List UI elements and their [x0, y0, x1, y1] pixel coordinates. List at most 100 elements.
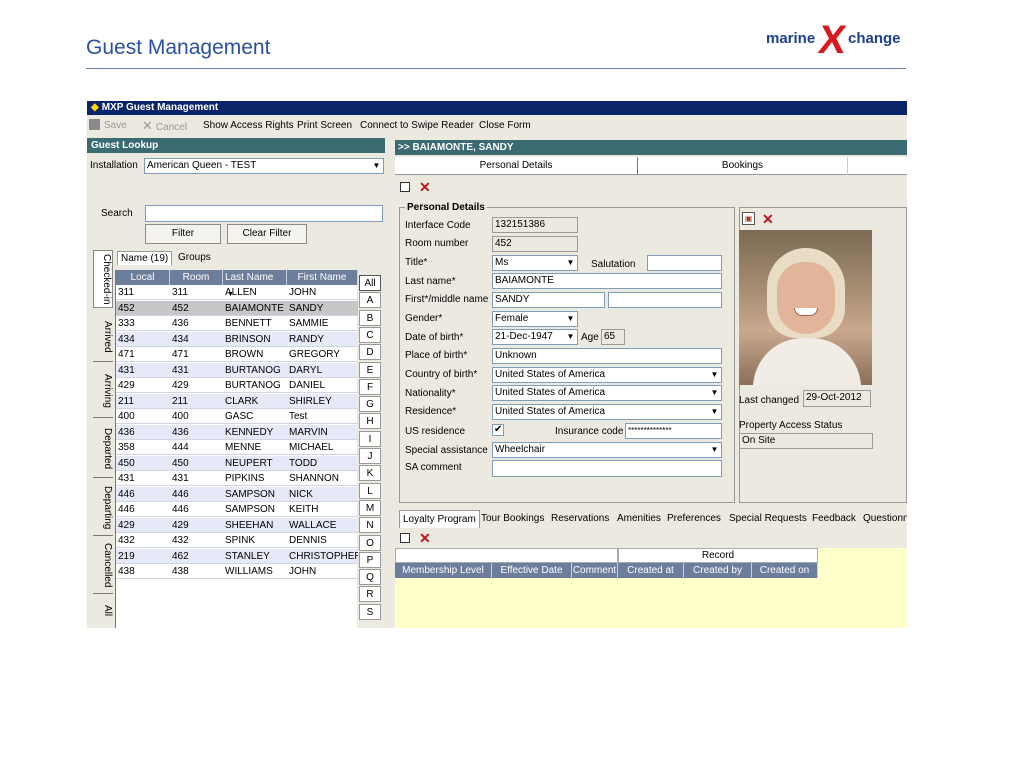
vtab-checked-in[interactable]: Checked-in: [93, 250, 113, 308]
alphabet-button-i[interactable]: I: [359, 430, 381, 447]
nationality-select[interactable]: United States of America ▼: [492, 385, 722, 401]
new-record-icon[interactable]: [400, 182, 410, 192]
alphabet-button-all[interactable]: All: [359, 275, 381, 291]
col-local[interactable]: Local: [116, 270, 170, 285]
alphabet-button-g[interactable]: G: [359, 396, 381, 413]
tab-personal-details[interactable]: Personal Details: [395, 157, 638, 175]
col-last-name[interactable]: Last Name▼: [223, 270, 287, 300]
installation-select[interactable]: American Queen - TEST ▼: [144, 158, 384, 174]
tab-tour-bookings[interactable]: Tour Bookings: [481, 510, 544, 528]
col-effective-date[interactable]: Effective Date: [492, 563, 572, 578]
search-input[interactable]: [145, 205, 383, 222]
tab-loyalty-program[interactable]: Loyalty Program: [399, 510, 480, 528]
tab-preferences[interactable]: Preferences: [667, 510, 721, 528]
alphabet-button-h[interactable]: H: [359, 413, 381, 430]
col-room[interactable]: Room: [170, 270, 223, 285]
col-first-name[interactable]: First Name: [287, 270, 358, 285]
connect-swipe-reader-button[interactable]: Connect to Swipe Reader: [360, 117, 474, 135]
special-assistance-select[interactable]: Wheelchair ▼: [492, 442, 722, 458]
chevron-down-icon[interactable]: ▼: [564, 330, 577, 344]
table-row[interactable]: 432 432 SPINK DENNIS: [116, 533, 358, 548]
table-row[interactable]: 446 446 SAMPSON KEITH: [116, 502, 358, 517]
alphabet-button-r[interactable]: R: [359, 586, 381, 603]
tab-feedback[interactable]: Feedback: [812, 510, 856, 528]
table-row[interactable]: 431 431 PIPKINS SHANNON: [116, 471, 358, 486]
close-form-button[interactable]: Close Form: [479, 117, 531, 135]
col-created-on[interactable]: Created on: [752, 563, 818, 578]
chevron-down-icon[interactable]: ▼: [564, 256, 577, 270]
alphabet-button-s[interactable]: S: [359, 603, 381, 620]
tab-questionnaire[interactable]: Questionn: [863, 510, 907, 528]
vtab-cancelled[interactable]: Cancelled: [93, 538, 113, 594]
chevron-down-icon[interactable]: ▼: [708, 368, 721, 382]
vtab-arriving[interactable]: Arriving: [93, 364, 113, 418]
alphabet-button-l[interactable]: L: [359, 482, 381, 499]
alphabet-button-p[interactable]: P: [359, 551, 381, 568]
table-row[interactable]: 429 429 BURTANOG DANIEL: [116, 378, 358, 393]
residence-select[interactable]: United States of America ▼: [492, 404, 722, 420]
last-name-field[interactable]: BAIAMONTE: [492, 273, 722, 289]
show-access-rights-button[interactable]: Show Access Rights: [203, 117, 294, 135]
tab-bookings[interactable]: Bookings: [638, 157, 848, 175]
table-row[interactable]: 333 436 BENNETT SAMMIE: [116, 316, 358, 331]
clear-filter-button[interactable]: Clear Filter: [227, 224, 307, 244]
save-button[interactable]: Save: [89, 117, 127, 135]
table-row[interactable]: 471 471 BROWN GREGORY: [116, 347, 358, 362]
col-created-at[interactable]: Created at: [618, 563, 684, 578]
sa-comment-field[interactable]: [492, 460, 722, 477]
middle-name-field[interactable]: [608, 292, 722, 308]
print-screen-button[interactable]: Print Screen: [297, 117, 352, 135]
tab-name[interactable]: Name (19): [117, 251, 173, 265]
tab-special-requests[interactable]: Special Requests: [729, 510, 807, 528]
col-membership-level[interactable]: Membership Level: [395, 563, 492, 578]
insurance-code-field[interactable]: **************: [625, 423, 722, 439]
table-row[interactable]: 452 452 BAIAMONTE SANDY: [116, 300, 358, 316]
tab-reservations[interactable]: Reservations: [551, 510, 609, 528]
chevron-down-icon[interactable]: ▼: [564, 312, 577, 326]
alphabet-button-e[interactable]: E: [359, 361, 381, 378]
chevron-down-icon[interactable]: ▼: [708, 405, 721, 419]
cancel-button[interactable]: ✕ Cancel: [142, 117, 187, 137]
delete-loyalty-record-icon[interactable]: ✕: [419, 531, 431, 545]
gender-select[interactable]: Female ▼: [492, 311, 578, 327]
tab-groups[interactable]: Groups: [175, 251, 214, 265]
salutation-field[interactable]: [647, 255, 722, 271]
table-row[interactable]: 429 429 SHEEHAN WALLACE: [116, 517, 358, 533]
cob-select[interactable]: United States of America ▼: [492, 367, 722, 383]
alphabet-button-n[interactable]: N: [359, 517, 381, 534]
alphabet-button-q[interactable]: Q: [359, 569, 381, 586]
alphabet-button-o[interactable]: O: [359, 534, 381, 551]
table-row[interactable]: 211 211 CLARK SHIRLEY: [116, 393, 358, 409]
table-row[interactable]: 400 400 GASC Test: [116, 409, 358, 424]
vtab-departing[interactable]: Departing: [93, 480, 113, 536]
table-row[interactable]: 438 438 WILLIAMS JOHN: [116, 564, 358, 579]
tab-amenities[interactable]: Amenities: [617, 510, 661, 528]
table-row[interactable]: 311 311 ALLEN JOHN: [116, 285, 358, 300]
alphabet-button-m[interactable]: M: [359, 499, 381, 516]
alphabet-button-c[interactable]: C: [359, 326, 381, 343]
chevron-down-icon[interactable]: ▼: [708, 386, 721, 400]
alphabet-button-a[interactable]: A: [359, 292, 381, 309]
table-row[interactable]: 434 434 BRINSON RANDY: [116, 331, 358, 347]
alphabet-button-j[interactable]: J: [359, 448, 381, 464]
table-row[interactable]: 358 444 MENNE MICHAEL: [116, 440, 358, 455]
table-row[interactable]: 450 450 NEUPERT TODD: [116, 455, 358, 471]
delete-photo-icon[interactable]: ✕: [762, 212, 774, 226]
chevron-down-icon[interactable]: ▼: [370, 159, 383, 173]
table-row[interactable]: 219 462 STANLEY CHRISTOPHER: [116, 548, 358, 564]
pob-field[interactable]: Unknown: [492, 348, 722, 364]
col-created-by[interactable]: Created by: [684, 563, 752, 578]
filter-button[interactable]: Filter: [145, 224, 221, 244]
table-row[interactable]: 436 436 KENNEDY MARVIN: [116, 424, 358, 440]
table-row[interactable]: 431 431 BURTANOG DARYL: [116, 362, 358, 378]
vtab-all[interactable]: All: [93, 596, 113, 626]
table-row[interactable]: 446 446 SAMPSON NICK: [116, 486, 358, 502]
col-comment[interactable]: Comment: [572, 563, 618, 578]
alphabet-button-f[interactable]: F: [359, 378, 381, 395]
person-photo-icon[interactable]: ▣: [742, 212, 755, 225]
dob-picker[interactable]: 21-Dec-1947 ▼: [492, 329, 578, 345]
alphabet-button-k[interactable]: K: [359, 465, 381, 482]
vtab-arrived[interactable]: Arrived: [93, 312, 113, 362]
alphabet-button-b[interactable]: B: [359, 309, 381, 326]
chevron-down-icon[interactable]: ▼: [708, 443, 721, 457]
